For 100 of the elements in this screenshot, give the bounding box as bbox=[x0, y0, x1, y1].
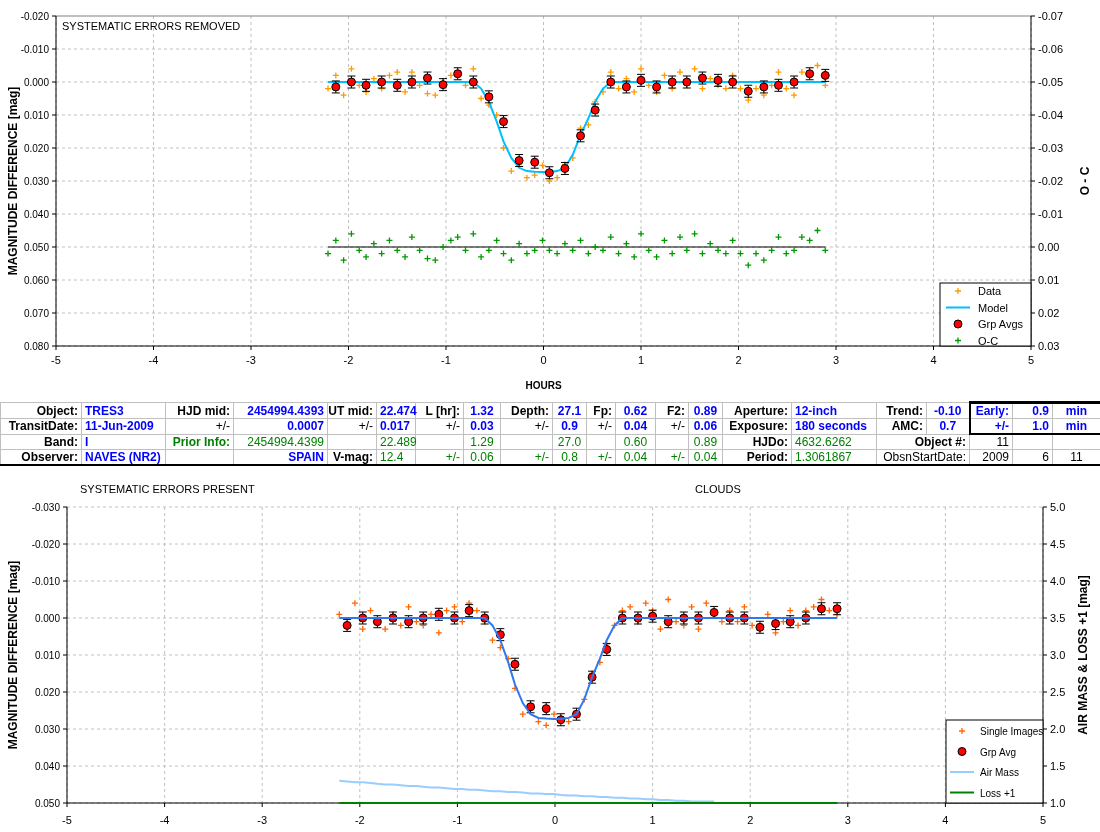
axis-tick-label: 3.0 bbox=[1050, 649, 1066, 661]
axis-tick-label: 0 bbox=[540, 354, 547, 366]
field-value: 27.1 bbox=[557, 403, 582, 418]
legend-label: Air Mass bbox=[980, 767, 1019, 778]
axis-tick-label: -5 bbox=[51, 354, 61, 366]
axis-tick-label: -5 bbox=[62, 814, 72, 826]
axis-tick-label: 5 bbox=[1039, 814, 1047, 826]
field-label: Prior Info: bbox=[172, 434, 230, 449]
axis-tick-label: 2.5 bbox=[1050, 686, 1066, 698]
field-value: +/- bbox=[994, 419, 1009, 433]
field-value: 11-Jun-2009 bbox=[85, 419, 154, 434]
legend-label: Grp Avg bbox=[980, 746, 1016, 758]
field-value: +/- bbox=[445, 419, 460, 434]
axis-tick-label: -1 bbox=[452, 814, 463, 826]
field-label: Depth: bbox=[511, 403, 549, 418]
axis-tick-label: 5 bbox=[1027, 354, 1035, 366]
axis-tick-label: 3 bbox=[832, 354, 840, 366]
field-value: +/- bbox=[534, 419, 549, 434]
axis-tick-label: -0.030 bbox=[31, 502, 60, 513]
axis-tick-label: -3 bbox=[246, 354, 256, 366]
field-value: 0.60 bbox=[623, 434, 648, 449]
chart-annotation: SYSTEMATIC ERRORS PRESENT bbox=[80, 483, 255, 495]
axis-tick-label: -0.04 bbox=[1038, 109, 1064, 121]
field-value: SPAIN bbox=[288, 450, 324, 464]
field-value: 0.62 bbox=[623, 403, 648, 418]
field-value: 0.0007 bbox=[287, 419, 324, 434]
axis-tick-label: 2 bbox=[747, 814, 754, 826]
field-value: 22.489 bbox=[380, 434, 417, 449]
field-value: min bbox=[1065, 419, 1088, 433]
axis-tick-label: 0.010 bbox=[23, 110, 49, 121]
legend-label: Loss +1 bbox=[980, 787, 1016, 799]
field-value: Early: bbox=[975, 404, 1009, 418]
axis-tick-label: 4.0 bbox=[1050, 575, 1066, 587]
axis-tick-label: 4 bbox=[930, 354, 937, 366]
field-value: ObsnStartDate: bbox=[883, 450, 966, 464]
axis-tick-label: -0.02 bbox=[1038, 175, 1064, 187]
axis-tick-label: 1 bbox=[649, 814, 656, 826]
field-label: Observer: bbox=[21, 450, 78, 464]
axis-tick-label: 0.050 bbox=[34, 798, 60, 809]
field-value: +/- bbox=[670, 450, 685, 464]
axis-tick-label: -0.03 bbox=[1038, 142, 1064, 154]
field-value: 1.0 bbox=[1032, 419, 1049, 433]
field-value: 0.9 bbox=[561, 419, 578, 434]
field-value: TRES3 bbox=[85, 403, 124, 418]
axis-tick-label: 0.03 bbox=[1038, 340, 1060, 352]
axis-tick-label: 0.040 bbox=[34, 761, 60, 772]
field-value: 0.89 bbox=[693, 434, 718, 449]
axis-tick-label: 1.0 bbox=[1050, 797, 1066, 809]
field-label: HJD mid: bbox=[177, 403, 230, 418]
field-value: 1.32 bbox=[470, 403, 494, 418]
axis-tick-label: 4.5 bbox=[1050, 538, 1066, 550]
field-value: 1.29 bbox=[470, 434, 494, 449]
axis-tick-label: 0.050 bbox=[23, 242, 49, 253]
field-value: +/- bbox=[597, 450, 612, 464]
field-value: 22.474 bbox=[380, 403, 417, 418]
axis-tick-label: 0.020 bbox=[34, 687, 60, 698]
axis-tick-label: 0.040 bbox=[23, 209, 49, 220]
axis-tick-label: 0.060 bbox=[23, 275, 49, 286]
legend-label: O-C bbox=[978, 334, 999, 347]
field-label: HJDo: bbox=[752, 434, 788, 449]
axis-tick-label: -0.05 bbox=[1038, 76, 1064, 88]
field-value: 11 bbox=[1070, 450, 1083, 464]
field-value: 2454994.4393 bbox=[247, 403, 324, 418]
field-label: V-mag: bbox=[333, 450, 373, 464]
field-label: Period: bbox=[746, 450, 788, 464]
chart-annotation: CLOUDS bbox=[695, 483, 741, 495]
axis-tick-label: -4 bbox=[148, 354, 159, 366]
field-label: UT mid: bbox=[328, 403, 373, 418]
field-value: 11 bbox=[996, 435, 1009, 449]
axis-tick-label: 0.080 bbox=[23, 341, 49, 352]
axis-title: HOURS bbox=[525, 380, 562, 391]
axis-tick-label: 3.5 bbox=[1050, 612, 1066, 624]
axis-tick-label: -0.010 bbox=[31, 576, 60, 587]
axis-tick-label: 0.030 bbox=[34, 724, 60, 735]
legend-label: Data bbox=[978, 285, 1002, 297]
chart-annotation: SYSTEMATIC ERRORS REMOVED bbox=[62, 20, 241, 32]
axis-tick-label: 4 bbox=[942, 814, 949, 826]
axis-tick-label: -2 bbox=[354, 814, 365, 826]
field-value: min bbox=[1065, 404, 1088, 418]
field-value: +/- bbox=[670, 419, 685, 434]
field-value: I bbox=[85, 434, 89, 449]
field-label: Aperture: bbox=[734, 403, 788, 418]
field-value: 0.04 bbox=[623, 450, 648, 464]
axis-tick-label: -1 bbox=[441, 354, 451, 366]
field-value: 0.9 bbox=[1032, 404, 1049, 418]
legend-label: Model bbox=[978, 301, 1008, 314]
field-value: 0.8 bbox=[561, 450, 578, 464]
field-value: 0.017 bbox=[380, 419, 411, 434]
axis-tick-label: 2.0 bbox=[1050, 723, 1066, 735]
field-value: 2009 bbox=[982, 450, 1009, 464]
field-value: 6 bbox=[1042, 450, 1049, 464]
axis-tick-label: 0.070 bbox=[23, 308, 49, 319]
field-label: Exposure: bbox=[729, 419, 788, 434]
axis-tick-label: 0.000 bbox=[34, 613, 60, 624]
axis-tick-label: -0.010 bbox=[20, 44, 49, 55]
axis-tick-label: -2 bbox=[343, 354, 354, 366]
field-value: 12.4 bbox=[380, 450, 404, 464]
field-value: 1.3061867 bbox=[795, 450, 852, 464]
axis-tick-label: -0.07 bbox=[1038, 10, 1064, 22]
field-value: 0.04 bbox=[623, 419, 648, 434]
